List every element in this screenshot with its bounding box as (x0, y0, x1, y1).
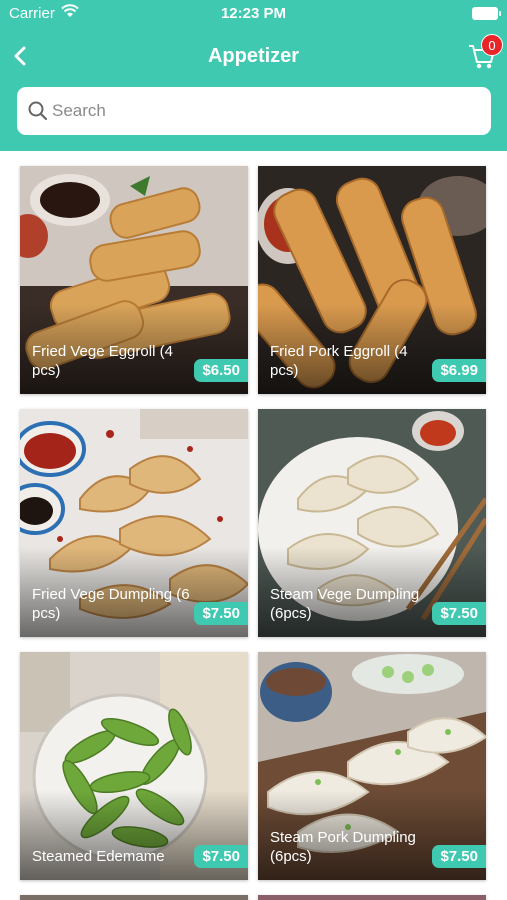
menu-item-card[interactable]: Fried Pork Eggroll (4 pcs) $6.99 (258, 166, 486, 394)
price-badge: $7.50 (194, 602, 248, 625)
price-badge: $7.50 (432, 602, 486, 625)
app-header: Carrier 12:23 PM Appetizer 0 (0, 0, 507, 151)
status-bar: Carrier 12:23 PM (0, 0, 507, 28)
item-name: Steam Vege Dumpling (6pcs) (270, 586, 420, 622)
menu-item-card[interactable]: Steam Vege Dumpling (6pcs) $7.50 (258, 409, 486, 637)
item-name: Fried Vege Dumpling (6 pcs) (32, 586, 190, 622)
item-name: Fried Pork Eggroll (4 pcs) (270, 343, 408, 379)
item-name: Steamed Edemame (32, 848, 165, 865)
item-name: Fried Vege Eggroll (4 pcs) (32, 343, 173, 379)
menu-item-card[interactable]: Fried Vege Dumpling (6 pcs) $7.50 (20, 409, 248, 637)
search-input[interactable] (52, 97, 472, 125)
status-time: 12:23 PM (220, 5, 287, 22)
search-icon (28, 101, 48, 121)
price-badge: $7.50 (432, 845, 486, 868)
search-bar[interactable] (17, 87, 491, 135)
item-name: Steam Pork Dumpling (6pcs) (270, 829, 416, 865)
cart-count-badge: 0 (481, 34, 503, 56)
price-badge: $7.50 (194, 845, 248, 868)
page-title: Appetizer (207, 45, 300, 67)
price-badge: $6.50 (194, 359, 248, 382)
menu-grid: Fried Vege Eggroll (4 pcs) $6.50 Fried P… (0, 151, 507, 900)
menu-item-card[interactable]: Steam Pork Dumpling (6pcs) $7.50 (258, 652, 486, 880)
nav-bar: Appetizer (0, 28, 507, 84)
food-image (258, 895, 486, 900)
price-badge: $6.99 (432, 359, 486, 382)
menu-item-card[interactable] (258, 895, 486, 900)
menu-item-card[interactable]: Fried Vege Eggroll (4 pcs) $6.50 (20, 166, 248, 394)
food-image (20, 895, 248, 900)
battery-icon (472, 7, 501, 20)
menu-item-card[interactable] (20, 895, 248, 900)
menu-item-card[interactable]: Steamed Edemame $7.50 (20, 652, 248, 880)
